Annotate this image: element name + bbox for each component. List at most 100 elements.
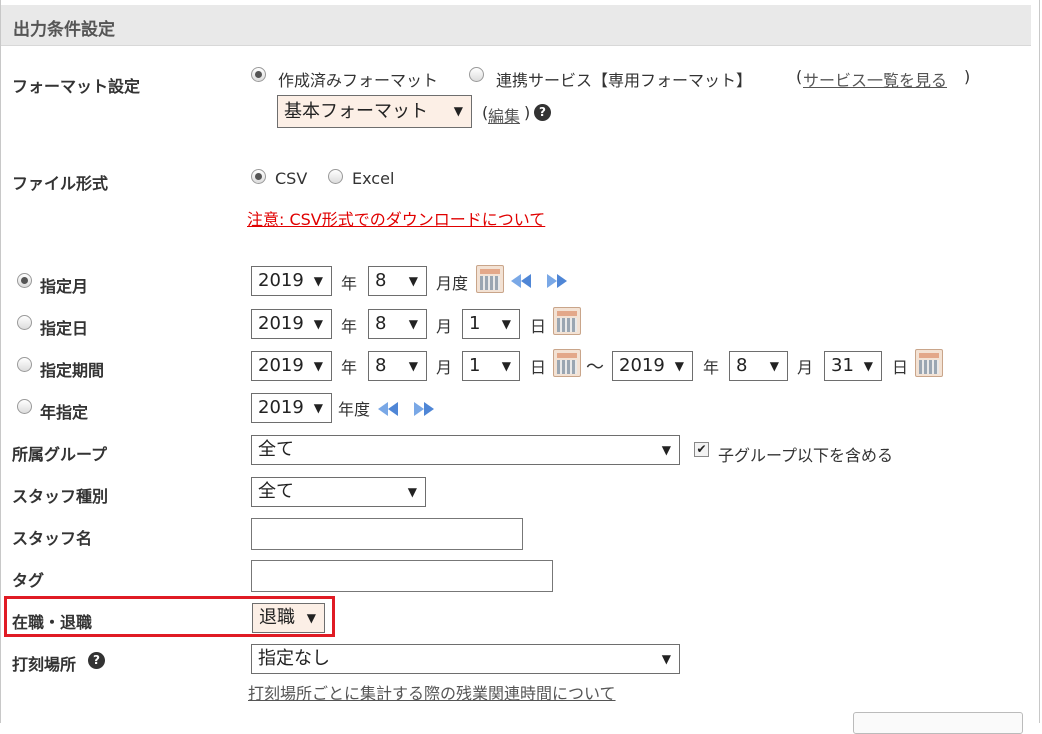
punch-place-info-link[interactable]: 打刻場所ごとに集計する際の残業関連時間について xyxy=(248,680,616,704)
partial-button[interactable] xyxy=(853,712,1023,734)
month-unit: 月度 xyxy=(436,274,469,293)
day-unit: 日 xyxy=(892,358,909,377)
range-to-day-select[interactable]: 31 ▼ xyxy=(824,351,882,381)
range-tilde: 〜 xyxy=(586,357,604,378)
fiscal-year-unit: 年度 xyxy=(338,400,371,419)
chevron-down-icon: ▼ xyxy=(408,274,418,288)
year-unit: 年 xyxy=(341,317,358,336)
format-linked-label: 連携サービス【専用フォーマット】 xyxy=(496,71,753,90)
group-label: 所属グループ xyxy=(12,445,108,464)
file-type-excel-radio[interactable] xyxy=(328,169,343,184)
period-range-radio[interactable] xyxy=(17,357,32,372)
calendar-icon[interactable] xyxy=(476,265,504,293)
chevron-down-icon: ▼ xyxy=(408,317,418,331)
period-month-radio[interactable] xyxy=(17,273,32,288)
chevron-down-icon: ▼ xyxy=(501,317,511,331)
highlight-box xyxy=(4,596,335,637)
year-unit: 年 xyxy=(703,358,720,377)
range-from-year-select[interactable]: 2019 ▼ xyxy=(251,351,332,381)
paren-open: ( xyxy=(796,67,803,86)
section-header: 出力条件設定 xyxy=(1,5,1031,46)
tag-input[interactable] xyxy=(251,560,553,592)
month-unit: 月 xyxy=(436,317,453,336)
edit-format-link[interactable]: 編集 xyxy=(488,103,520,127)
month-month-select[interactable]: 8 ▼ xyxy=(368,266,427,296)
chevron-down-icon: ▼ xyxy=(313,359,323,373)
service-list-link[interactable]: サービス一覧を見る xyxy=(803,67,947,91)
period-day-radio[interactable] xyxy=(17,315,32,330)
calendar-icon[interactable] xyxy=(553,307,581,335)
year-unit: 年 xyxy=(341,358,358,377)
staff-type-value: 全て xyxy=(258,481,294,502)
chevron-down-icon: ▼ xyxy=(407,485,417,499)
chevron-down-icon: ▼ xyxy=(313,317,323,331)
include-subgroups-label: 子グループ以下を含める xyxy=(718,446,894,465)
format-linked-radio[interactable] xyxy=(469,67,484,82)
chevron-down-icon: ▼ xyxy=(313,274,323,288)
range-from-day-value: 1 xyxy=(469,355,481,376)
period-range-label: 指定期間 xyxy=(40,361,105,380)
file-type-label: ファイル形式 xyxy=(12,174,109,193)
paren-close: ) xyxy=(964,67,971,86)
punch-place-value: 指定なし xyxy=(258,648,330,669)
section-title: 出力条件設定 xyxy=(13,20,115,40)
chevron-down-icon: ▼ xyxy=(408,359,418,373)
period-month-label: 指定月 xyxy=(40,277,89,296)
fiscal-year-value: 2019 xyxy=(258,397,304,418)
day-day-value: 1 xyxy=(469,313,481,334)
range-from-month-select[interactable]: 8 ▼ xyxy=(368,351,427,381)
chevron-down-icon: ▼ xyxy=(863,359,873,373)
help-icon[interactable]: ? xyxy=(534,104,551,121)
csv-notice-link[interactable]: 注意: CSV形式でのダウンロードについて xyxy=(247,206,545,230)
period-fiscal-label: 年指定 xyxy=(40,403,89,422)
format-select-value: 基本フォーマット xyxy=(284,101,428,122)
range-from-day-select[interactable]: 1 ▼ xyxy=(462,351,520,381)
staff-type-select[interactable]: 全て ▼ xyxy=(251,477,426,507)
include-subgroups-checkbox[interactable]: ✔ xyxy=(694,442,709,457)
chevron-down-icon: ▼ xyxy=(453,104,463,118)
range-to-month-value: 8 xyxy=(736,355,748,376)
file-type-csv-label: CSV xyxy=(275,169,308,188)
staff-name-label: スタッフ名 xyxy=(12,529,93,548)
year-unit: 年 xyxy=(341,274,358,293)
day-year-value: 2019 xyxy=(258,313,304,334)
period-day-label: 指定日 xyxy=(40,319,89,338)
month-unit: 月 xyxy=(436,358,453,377)
month-month-value: 8 xyxy=(375,270,387,291)
month-unit: 月 xyxy=(797,358,814,377)
staff-name-input[interactable] xyxy=(251,518,523,550)
month-year-value: 2019 xyxy=(258,270,304,291)
range-from-year-value: 2019 xyxy=(258,355,304,376)
day-day-select[interactable]: 1 ▼ xyxy=(462,309,520,339)
range-to-day-value: 31 xyxy=(831,355,854,376)
group-select[interactable]: 全て ▼ xyxy=(251,435,680,465)
range-to-year-select[interactable]: 2019 ▼ xyxy=(612,351,693,381)
chevron-down-icon: ▼ xyxy=(674,359,684,373)
format-select[interactable]: 基本フォーマット ▼ xyxy=(277,95,472,128)
day-month-select[interactable]: 8 ▼ xyxy=(368,309,427,339)
calendar-icon[interactable] xyxy=(915,349,943,377)
day-year-select[interactable]: 2019 ▼ xyxy=(251,309,332,339)
month-year-select[interactable]: 2019 ▼ xyxy=(251,266,332,296)
format-created-radio[interactable] xyxy=(251,67,266,82)
chevron-down-icon: ▼ xyxy=(501,359,511,373)
group-select-value: 全て xyxy=(258,439,294,460)
punch-place-select[interactable]: 指定なし ▼ xyxy=(251,644,680,674)
staff-type-label: スタッフ種別 xyxy=(12,487,109,506)
chevron-down-icon: ▼ xyxy=(661,443,671,457)
prev-next-arrows-icon[interactable] xyxy=(509,271,573,291)
fiscal-year-select[interactable]: 2019 ▼ xyxy=(251,393,332,423)
format-created-label: 作成済みフォーマット xyxy=(278,71,439,90)
day-unit: 日 xyxy=(530,358,547,377)
calendar-icon[interactable] xyxy=(553,349,581,377)
tag-label: タグ xyxy=(12,571,45,590)
chevron-down-icon: ▼ xyxy=(661,652,671,666)
range-from-month-value: 8 xyxy=(375,355,387,376)
range-to-month-select[interactable]: 8 ▼ xyxy=(729,351,788,381)
range-to-year-value: 2019 xyxy=(619,355,665,376)
file-type-csv-radio[interactable] xyxy=(251,169,266,184)
period-fiscal-radio[interactable] xyxy=(17,399,32,414)
chevron-down-icon: ▼ xyxy=(769,359,779,373)
prev-next-arrows-icon[interactable] xyxy=(376,399,440,419)
help-icon[interactable]: ? xyxy=(88,652,105,669)
